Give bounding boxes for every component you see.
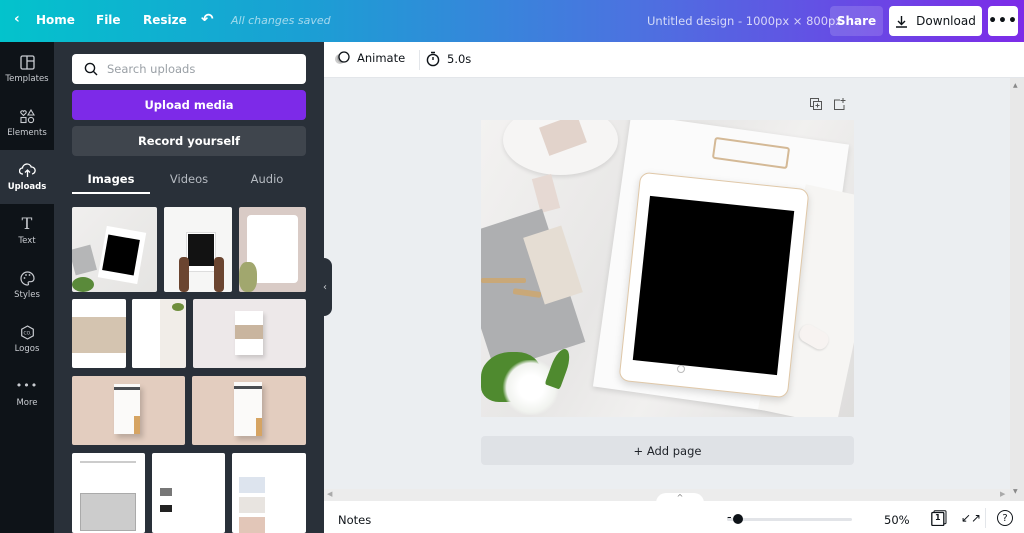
file-menu[interactable]: File [96,13,121,27]
vertical-scrollbar[interactable]: ▲ ▼ [1010,78,1024,508]
upload-thumbnail[interactable] [72,453,145,533]
rail-label: Templates [5,73,49,84]
page-count-button[interactable]: 1 [931,510,947,530]
download-icon [896,15,908,28]
pen-image [481,278,526,283]
rail-item-elements[interactable]: Elements [0,96,54,150]
rail-item-styles[interactable]: Styles [0,258,54,312]
download-label: Download [916,14,976,28]
upload-thumbnail[interactable] [152,453,225,533]
resize-button[interactable]: Resize [143,13,187,27]
rail-item-templates[interactable]: Templates [0,42,54,96]
timer-icon [426,51,440,67]
logo-icon: CO. [20,324,34,340]
templates-icon [19,54,35,70]
footer-bar: ^ Notes - 50% 1 ↙↗ ? [324,493,1024,533]
page-count: 1 [935,513,941,522]
notes-button[interactable]: Notes [338,513,371,527]
upload-media-button[interactable]: Upload media [72,90,306,120]
duration-button[interactable]: 5.0s [426,51,471,67]
upload-thumbnail[interactable] [192,376,306,445]
upload-thumbnail[interactable] [164,207,232,292]
fullscreen-icon[interactable]: ↙↗ [961,511,981,525]
expand-pages-tab[interactable]: ^ [656,493,704,503]
help-icon[interactable]: ? [997,510,1013,526]
editor-canvas: Animate 5.0s + Add page ▲ ▼ ◀ ▶ ^ Notes … [324,42,1024,533]
tablet-screen [632,195,795,376]
top-bar: ‹ Home File Resize ↶ All changes saved U… [0,0,1024,42]
more-options-button[interactable]: ••• [988,6,1018,36]
upload-thumbnail[interactable] [239,207,306,292]
save-status: All changes saved [231,14,331,27]
add-page-button[interactable]: + Add page [481,436,854,465]
media-tabs: Images Videos Audio [72,166,306,194]
scroll-right-icon[interactable]: ▶ [1000,490,1005,498]
zoom-slider[interactable] [727,518,852,521]
chevron-left-icon[interactable]: ‹ [14,11,20,27]
rail-label: Logos [14,343,40,354]
scroll-up-icon[interactable]: ▲ [1013,82,1018,89]
zoom-slider-handle[interactable] [733,514,743,524]
undo-icon[interactable]: ↶ [201,10,214,28]
svg-text:CO.: CO. [23,330,31,336]
upload-thumbnail[interactable] [72,207,157,292]
duration-label: 5.0s [447,52,472,66]
design-page[interactable] [481,120,854,417]
scroll-down-icon[interactable]: ▼ [1013,488,1018,495]
animate-button[interactable]: Animate [334,51,405,65]
scroll-left-icon[interactable]: ◀ [327,490,332,498]
upload-cloud-icon [18,162,36,177]
design-title[interactable]: Untitled design - 1000px × 800px [647,14,842,28]
text-icon: T [21,214,33,233]
animate-icon [335,51,350,64]
animate-label: Animate [357,51,406,65]
record-yourself-button[interactable]: Record yourself [72,126,306,156]
upload-thumbnail[interactable] [132,299,186,368]
divider [419,50,420,70]
upload-thumbnail[interactable] [72,299,126,368]
side-rail: Templates Elements Uploads T Text Styles… [0,42,54,533]
upload-thumbnail[interactable] [72,376,185,445]
duplicate-page-icon[interactable] [810,98,822,110]
rail-label: Uploads [7,181,47,192]
tab-videos[interactable]: Videos [150,166,228,194]
context-toolbar: Animate 5.0s [324,42,1024,78]
rail-item-uploads[interactable]: Uploads [0,150,54,204]
more-dots-icon: ••• [15,379,39,392]
rail-label: More [16,398,38,408]
tablet-home-button [677,365,685,373]
page-actions [810,98,846,110]
tab-audio[interactable]: Audio [228,166,306,194]
rail-item-more[interactable]: ••• More [0,366,54,420]
rail-item-text[interactable]: T Text [0,204,54,258]
rail-item-logos[interactable]: CO. Logos [0,312,54,366]
share-button[interactable]: Share [830,6,883,36]
palette-icon [19,270,35,286]
download-button[interactable]: Download [889,6,982,36]
elements-icon [19,108,35,123]
search-icon [84,62,98,76]
tab-images[interactable]: Images [72,166,150,194]
zoom-value[interactable]: 50% [884,513,910,527]
upload-thumbnail[interactable] [193,299,306,368]
rail-label: Styles [14,289,40,300]
search-input[interactable] [107,62,287,76]
upload-thumbnail[interactable] [232,453,306,533]
search-box[interactable] [72,54,306,84]
add-page-icon[interactable] [834,98,846,110]
rail-label: Text [18,236,36,246]
uploads-panel: Upload media Record yourself Images Vide… [54,42,324,533]
home-button[interactable]: Home [36,13,75,27]
rail-label: Elements [7,127,47,138]
divider [985,508,986,528]
